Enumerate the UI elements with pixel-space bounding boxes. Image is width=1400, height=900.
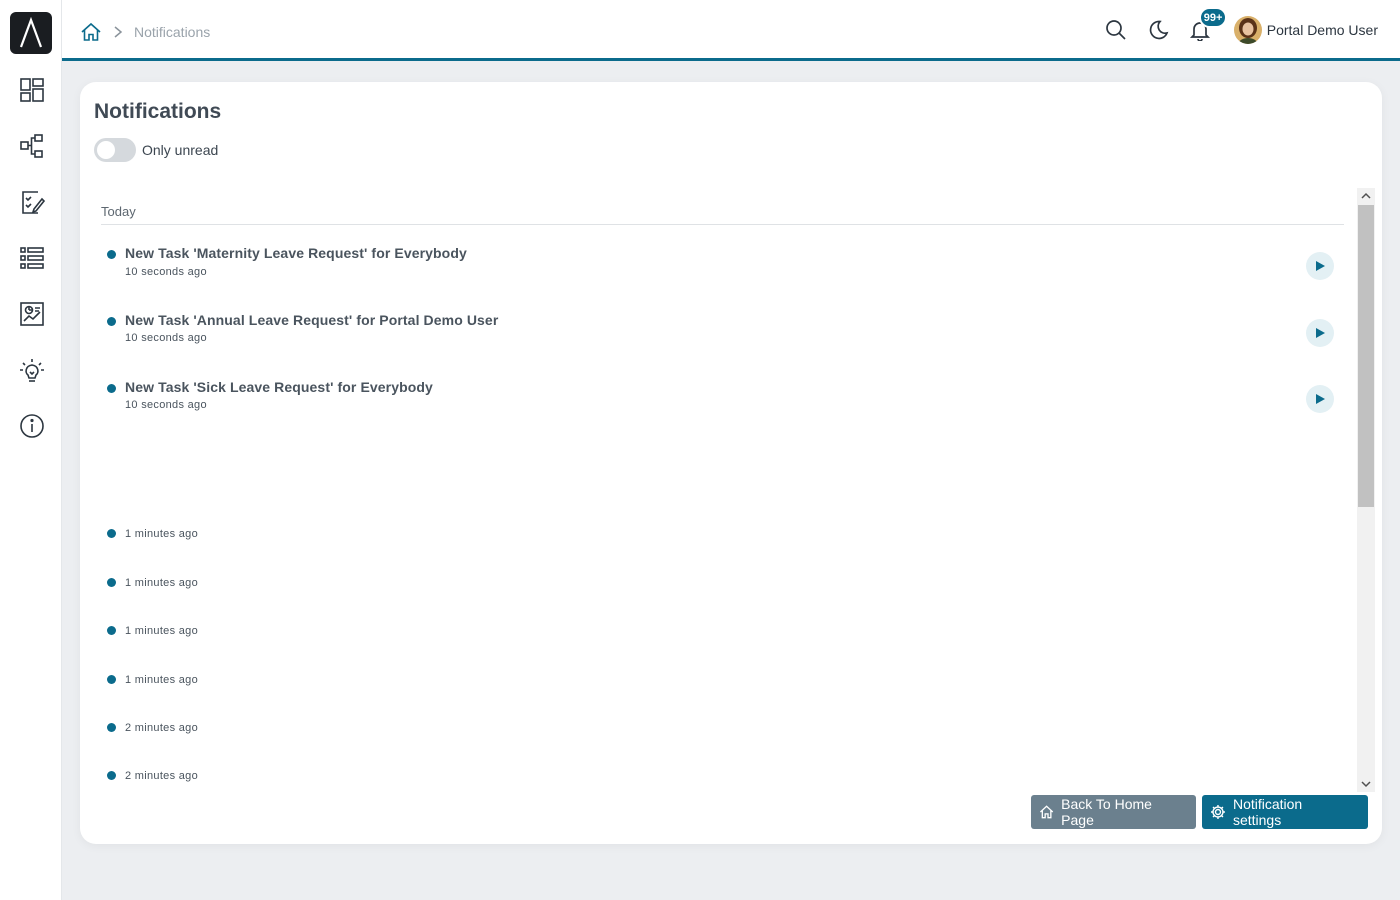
unread-dot [107,529,116,538]
notification-list[interactable]: Today New Task 'Maternity Leave Request'… [101,188,1344,792]
dashboard-icon [20,78,44,102]
home-icon [1039,805,1054,819]
only-unread-label: Only unread [142,142,219,158]
user-name: Portal Demo User [1266,22,1378,38]
only-unread-toggle[interactable] [94,138,136,162]
unread-dot [107,675,116,684]
gear-icon [1210,805,1225,819]
notification-list-scrollbar[interactable] [1357,188,1375,792]
workflow-icon [20,134,43,158]
notification-title: New Task 'Maternity Leave Request' for E… [125,245,467,261]
notification-settings-button[interactable]: Notification settings [1202,795,1368,829]
app-logo[interactable] [10,12,52,54]
report-icon [20,302,44,326]
unread-dot [107,578,116,587]
chevron-down-icon [1361,781,1371,788]
play-icon [1316,328,1325,338]
unread-dot [107,250,116,259]
notification-time: 2 minutes ago [125,770,198,782]
notification-time: 10 seconds ago [125,399,207,411]
notification-time: 10 seconds ago [125,332,207,344]
play-icon [1316,261,1325,271]
sidebar [0,0,62,900]
toggle-knob [97,141,115,159]
only-unread-filter: Only unread [94,138,218,162]
unread-dot [107,723,116,732]
search-icon [1105,20,1126,40]
breadcrumb-current: Notifications [134,24,211,40]
open-task-button[interactable] [1306,385,1334,413]
section-label-today: Today [101,204,136,219]
unread-dot [107,626,116,635]
sidebar-item-info[interactable] [17,411,47,441]
user-menu[interactable]: Portal Demo User [1233,16,1378,44]
info-icon [20,414,44,438]
chevron-up-icon [1361,192,1371,199]
lightbulb-icon [20,359,44,382]
notification-time: 1 minutes ago [125,625,198,637]
unread-dot [107,771,116,780]
logo-caret-icon [19,17,43,48]
notification-time: 1 minutes ago [125,577,198,589]
play-icon [1316,394,1325,404]
notification-title: New Task 'Annual Leave Request' for Port… [125,312,499,328]
sidebar-item-tasks[interactable] [17,187,47,217]
list-icon [20,247,44,269]
notification-title: New Task 'Sick Leave Request' for Everyb… [125,379,433,395]
top-header: Notifications 99+ Portal Demo User [62,0,1400,61]
task-edit-icon [22,191,46,214]
unread-dot [107,317,116,326]
scroll-up-button[interactable] [1357,188,1375,204]
home-icon[interactable] [80,21,102,43]
notification-time: 1 minutes ago [125,674,198,686]
sidebar-item-list[interactable] [17,243,47,273]
notification-time: 2 minutes ago [125,722,198,734]
avatar [1233,16,1262,44]
sidebar-item-ideas[interactable] [17,355,47,385]
sidebar-item-reports[interactable] [17,299,47,329]
open-task-button[interactable] [1306,252,1334,280]
notification-time: 1 minutes ago [125,528,198,540]
open-task-button[interactable] [1306,319,1334,347]
notification-settings-label: Notification settings [1232,796,1303,828]
scroll-thumb[interactable] [1358,205,1374,507]
notifications-button[interactable]: 99+ [1188,7,1228,42]
dark-mode-toggle[interactable] [1146,18,1170,42]
sidebar-item-workflow[interactable] [17,131,47,161]
moon-icon [1149,20,1169,40]
scroll-down-button[interactable] [1357,776,1375,792]
search-button[interactable] [1104,18,1128,42]
page-title: Notifications [94,100,222,123]
notifications-card: Notifications Only unread Today New Task… [80,82,1382,844]
notification-count-badge: 99+ [1198,7,1228,28]
chevron-right-icon [114,26,123,38]
back-to-home-button[interactable]: Back To Home Page [1031,795,1196,829]
unread-dot [107,384,116,393]
breadcrumb: Notifications [80,20,210,44]
section-divider [101,224,1344,225]
header-actions: 99+ Portal Demo User [1086,7,1378,50]
sidebar-item-dashboard[interactable] [17,75,47,105]
back-to-home-label: Back To Home Page [1061,796,1152,828]
notification-time: 10 seconds ago [125,266,207,278]
